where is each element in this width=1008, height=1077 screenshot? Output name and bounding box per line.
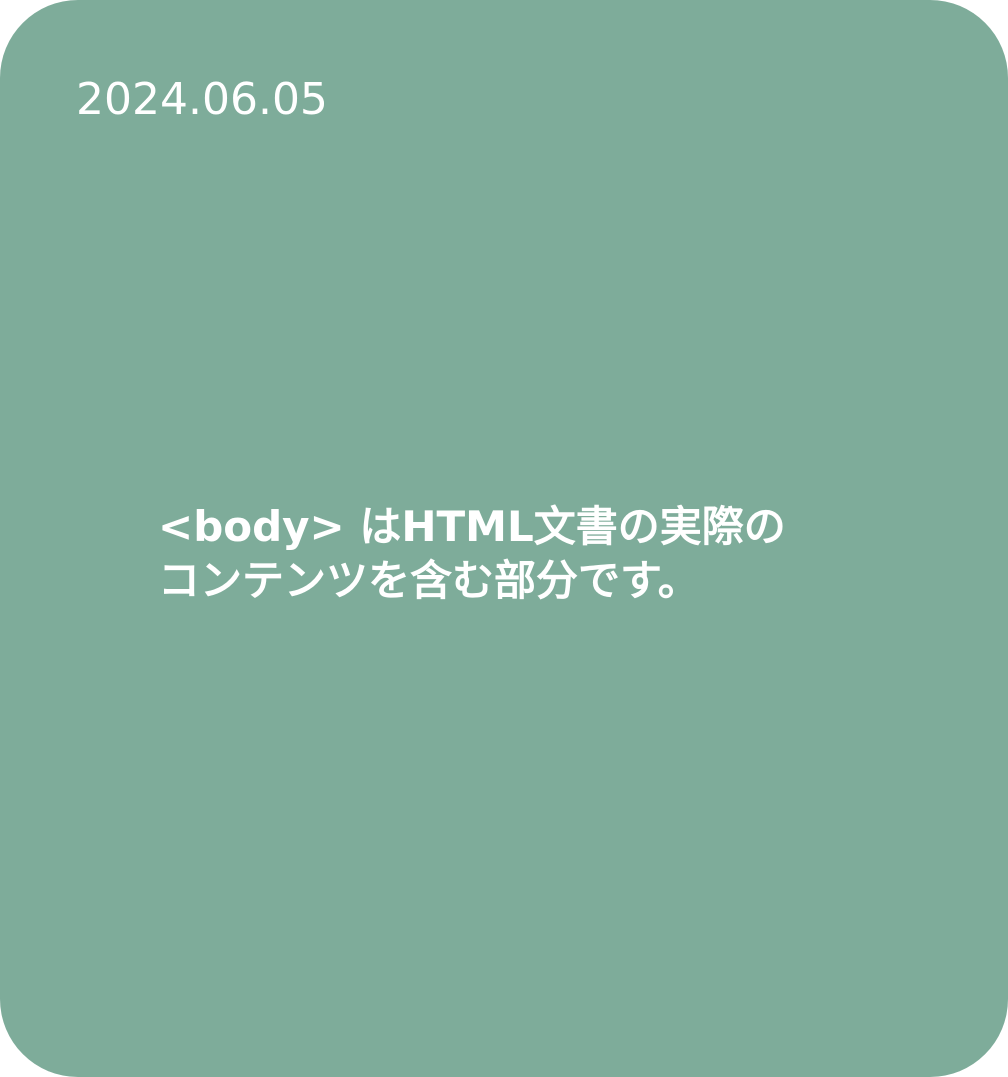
post-message: <body> はHTML文書の実際の コンテンツを含む部分です。	[158, 500, 918, 608]
message-line-2: コンテンツを含む部分です。	[158, 556, 700, 605]
post-card: 2024.06.05 <body> はHTML文書の実際の コンテンツを含む部分…	[0, 0, 1008, 1077]
post-date: 2024.06.05	[76, 74, 328, 125]
message-line-1: <body> はHTML文書の実際の	[158, 502, 786, 551]
